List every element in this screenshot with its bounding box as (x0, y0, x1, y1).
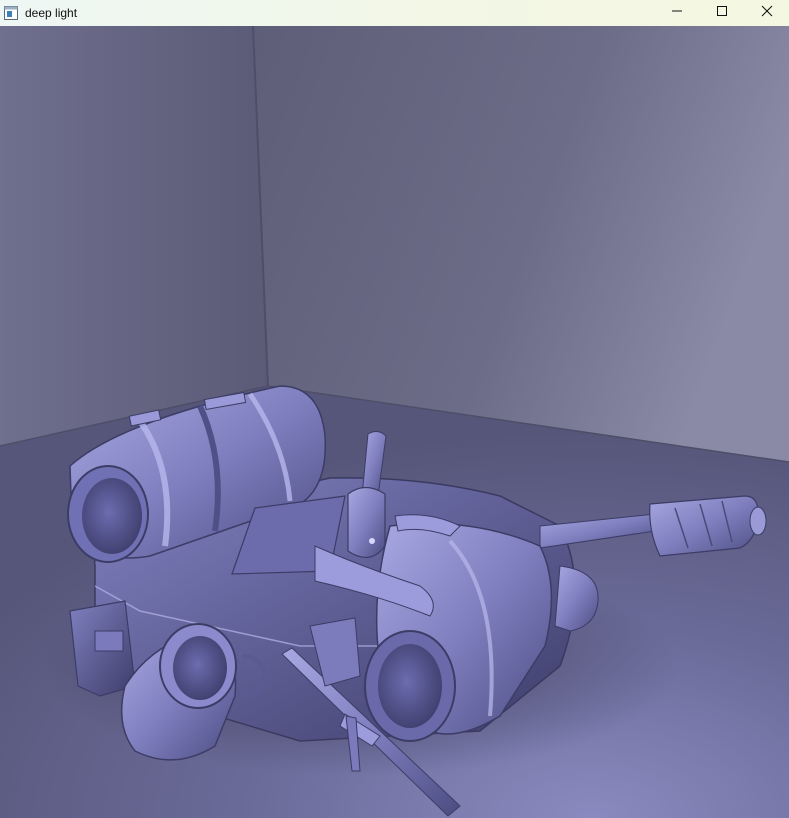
minimize-button[interactable] (654, 0, 699, 22)
close-icon (761, 5, 772, 17)
title-bar[interactable]: deep light (0, 0, 789, 26)
close-button[interactable] (744, 0, 789, 22)
left-wall (0, 26, 268, 446)
maximize-icon (716, 6, 727, 16)
app-window: deep light (0, 0, 789, 818)
maximize-button[interactable] (699, 0, 744, 22)
render-viewport[interactable] (0, 26, 789, 818)
minimize-icon (671, 10, 682, 12)
window-title: deep light (25, 6, 78, 20)
rendered-scene (0, 26, 789, 818)
app-window-icon (4, 6, 18, 20)
window-controls (654, 0, 789, 26)
